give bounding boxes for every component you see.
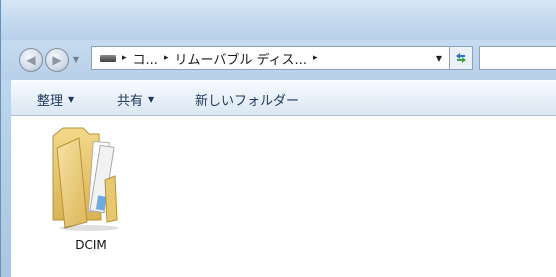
command-toolbar: 整理 ▼ 共有 ▼ 新しいフォルダー (11, 80, 556, 116)
removable-drive-icon (100, 54, 116, 62)
refresh-icon (456, 53, 466, 63)
folder-label: DCIM (75, 238, 107, 252)
chevron-down-icon: ▼ (148, 94, 155, 104)
chevron-down-icon: ▼ (68, 94, 75, 104)
address-bar[interactable]: ▸ コ... ▸ リムーバブル ディス... ▸ (91, 46, 467, 70)
title-bar[interactable] (1, 0, 556, 40)
breadcrumb-computer[interactable]: コ... (133, 49, 158, 68)
share-label: 共有 (117, 93, 144, 109)
forward-arrow-icon: ▶ (52, 53, 62, 67)
folder-item-dcim[interactable]: DCIM (39, 124, 143, 256)
organize-button[interactable]: 整理 ▼ (37, 81, 74, 117)
breadcrumb-separator-icon[interactable]: ▸ (122, 53, 127, 63)
chevron-down-icon: ▼ (72, 55, 80, 64)
folder-icon (52, 127, 119, 231)
share-button[interactable]: 共有 ▼ (117, 81, 154, 117)
back-arrow-icon: ◀ (26, 53, 36, 67)
explorer-window: ◀ ▶ ▼ ▸ コ... ▸ リムーバブル ディス... ▸ ▼ 整理 ▼ 共有… (0, 0, 556, 277)
breadcrumb-removable-disk[interactable]: リムーバブル ディス... (174, 49, 307, 68)
organize-label: 整理 (37, 93, 64, 109)
breadcrumb-separator-icon[interactable]: ▸ (313, 53, 318, 63)
chevron-down-icon: ▼ (435, 53, 443, 63)
search-input[interactable] (479, 46, 556, 70)
breadcrumb-separator-icon[interactable]: ▸ (164, 53, 169, 63)
recent-pages-button[interactable]: ▼ (71, 55, 81, 65)
file-list-pane[interactable]: DCIM (11, 116, 556, 277)
address-dropdown-button[interactable]: ▼ (431, 46, 447, 70)
new-folder-button[interactable]: 新しいフォルダー (195, 81, 299, 117)
back-button[interactable]: ◀ (19, 48, 43, 72)
forward-button[interactable]: ▶ (45, 48, 69, 72)
refresh-button[interactable] (449, 46, 473, 70)
new-folder-label: 新しいフォルダー (195, 93, 300, 109)
